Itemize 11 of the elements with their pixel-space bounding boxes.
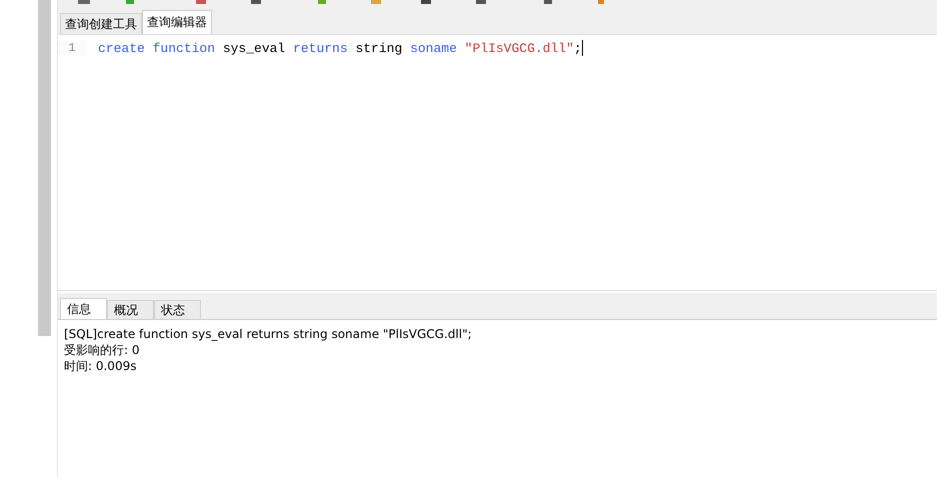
message-line: 时间: 0.009s xyxy=(64,358,138,374)
text-cursor xyxy=(582,40,583,56)
result-tab[interactable]: 概况 xyxy=(107,300,154,319)
line-number: 1 xyxy=(58,41,86,55)
code-line: create function sys_eval returns string soname "PlIsVGCG.dll"; xyxy=(98,40,582,56)
editor-tab[interactable]: 查询创建工具 xyxy=(60,13,142,34)
message-line: [SQL]create function sys_eval returns string soname "PlIsVGCG.dll"; xyxy=(64,326,473,342)
message-line: 受影响的行: 0 xyxy=(64,342,140,358)
editor-tab[interactable]: 查询编辑器 xyxy=(142,10,212,34)
result-tab[interactable]: 状态 xyxy=(154,300,201,319)
result-tab[interactable]: 信息 xyxy=(60,298,107,319)
